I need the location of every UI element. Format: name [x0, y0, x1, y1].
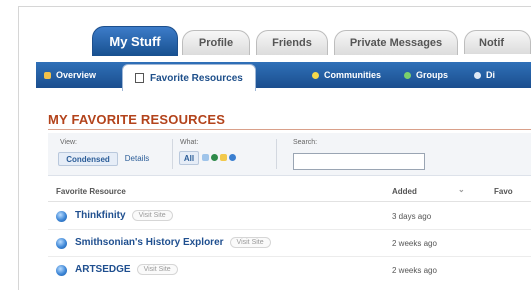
visit-site-label: Visit Site [143, 266, 171, 273]
globe-icon [56, 211, 67, 222]
home-icon [44, 71, 51, 79]
what-label: What: [180, 139, 199, 146]
visit-site-button[interactable]: Visit Site [131, 210, 173, 221]
document-icon [135, 73, 144, 83]
resource-name[interactable]: Smithsonian's History Explorer [75, 237, 224, 248]
added-date: 3 days ago [392, 212, 432, 221]
resource-link[interactable]: Thinkfinity Visit Site [75, 210, 173, 221]
filter-community-icon[interactable] [211, 154, 218, 161]
groups-icon [404, 71, 411, 79]
added-date: 2 weeks ago [392, 266, 437, 275]
filter-divider-2 [276, 139, 277, 169]
nav-groups[interactable]: Groups [404, 62, 448, 88]
column-added[interactable]: Added [392, 187, 417, 196]
resource-link[interactable]: Smithsonian's History Explorer Visit Site [75, 237, 271, 248]
tab-private-messages[interactable]: Private Messages [334, 30, 458, 55]
visit-site-button[interactable]: Visit Site [136, 264, 178, 275]
filter-bar: View: Condensed Details What: All Search… [48, 133, 531, 176]
tab-friends[interactable]: Friends [256, 30, 328, 55]
view-label: View: [60, 139, 77, 146]
page-title: MY FAVORITE RESOURCES [48, 112, 226, 127]
search-input[interactable] [293, 153, 425, 170]
top-tabs: My Stuff Profile Friends Private Message… [36, 18, 531, 62]
globe-icon [56, 265, 67, 276]
column-favorite-resource[interactable]: Favorite Resource [56, 187, 126, 196]
nav-more[interactable]: Di [474, 62, 495, 88]
resource-name[interactable]: Thinkfinity [75, 210, 126, 221]
added-date: 2 weeks ago [392, 239, 437, 248]
visit-site-label: Visit Site [138, 212, 166, 219]
nav-communities[interactable]: Communities [312, 62, 381, 88]
visit-site-button[interactable]: Visit Site [229, 237, 271, 248]
nav-communities-label: Communities [324, 70, 382, 80]
sort-icon[interactable]: ⌄ [458, 185, 465, 194]
filter-divider-1 [172, 139, 173, 169]
tab-notifications[interactable]: Notif [464, 30, 531, 54]
tab-my-stuff[interactable]: My Stuff [92, 26, 178, 56]
filter-website-icon[interactable] [202, 154, 209, 161]
nav-more-label: Di [486, 70, 495, 80]
nav-overview[interactable]: Overview [44, 62, 96, 88]
filter-document-icon[interactable] [220, 154, 227, 161]
resource-name[interactable]: ARTSEDGE [75, 264, 131, 275]
communities-icon [312, 71, 319, 79]
search-label: Search: [293, 139, 318, 146]
column-favorite[interactable]: Favo [494, 187, 513, 196]
visit-site-label: Visit Site [236, 239, 264, 246]
what-all-button[interactable]: All [179, 151, 199, 165]
nav-overview-label: Overview [56, 70, 97, 80]
view-details-button[interactable]: Details [120, 152, 154, 164]
table-header: Favorite Resource Added ⌄ Favo [48, 181, 531, 202]
table-row: Thinkfinity Visit Site 3 days ago [48, 203, 531, 230]
table-row: Smithsonian's History Explorer Visit Site… [48, 230, 531, 257]
view-condensed-button[interactable]: Condensed [58, 152, 118, 166]
nav-favorite-resources[interactable]: Favorite Resources [122, 64, 256, 91]
table-row: ARTSEDGE Visit Site 2 weeks ago [48, 257, 531, 283]
heading-divider [48, 129, 531, 130]
more-icon [474, 71, 481, 79]
nav-favorite-resources-label: Favorite Resources [150, 72, 243, 84]
nav-groups-label: Groups [416, 70, 449, 80]
resource-link[interactable]: ARTSEDGE Visit Site [75, 264, 178, 275]
tab-profile[interactable]: Profile [182, 30, 250, 55]
filter-globe-icon[interactable] [229, 154, 236, 161]
sub-nav: Overview Favorite Resources Communities … [36, 62, 531, 91]
globe-icon [56, 238, 67, 249]
